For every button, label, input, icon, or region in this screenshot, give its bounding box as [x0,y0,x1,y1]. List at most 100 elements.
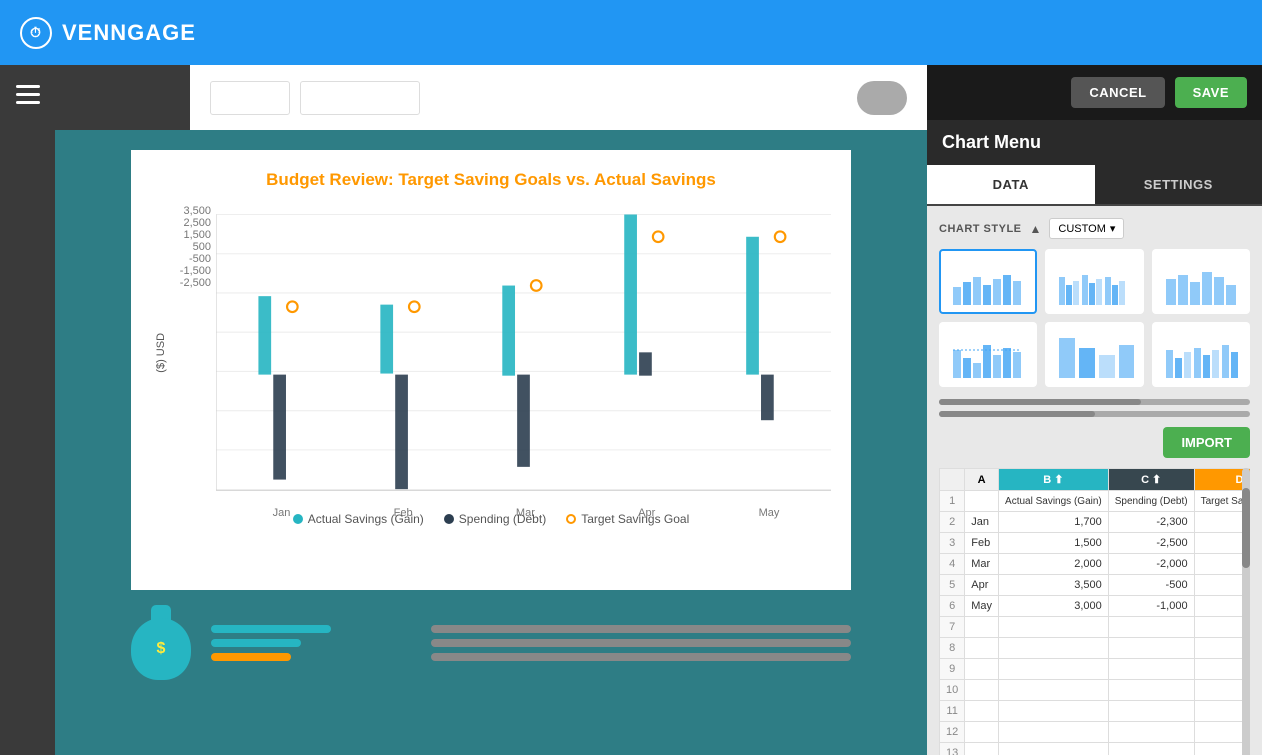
row-num-5: 5 [940,575,965,596]
chart-svg [216,205,831,500]
spreadsheet-row-12: 12 [940,722,1251,743]
slider-fill-2 [939,411,1095,417]
cell-11-b[interactable] [999,701,1109,722]
progress-bar-gray-1 [431,625,851,633]
panel-title: Chart Menu [927,120,1262,165]
cell-4-c[interactable]: -2,000 [1108,554,1194,575]
cell-1-c[interactable]: Spending (Debt) [1108,491,1194,512]
cell-5-a[interactable]: Apr [965,575,999,596]
chart-title: Budget Review: Target Saving Goals vs. A… [151,170,831,190]
row-num-8: 8 [940,638,965,659]
cell-5-c[interactable]: -500 [1108,575,1194,596]
cell-7-c[interactable] [1108,617,1194,638]
scrollbar-thumb[interactable] [1242,488,1250,568]
spreadsheet: A B ⬆ C ⬆ [939,468,1250,755]
y-axis-label: ($) USD [151,205,171,500]
cell-9-c[interactable] [1108,659,1194,680]
cell-2-b[interactable]: 1,700 [999,512,1109,533]
cell-1-a[interactable] [965,491,999,512]
cell-6-a[interactable]: May [965,596,999,617]
hamburger-menu[interactable] [16,85,40,104]
cell-2-c[interactable]: -2,300 [1108,512,1194,533]
cell-8-a[interactable] [965,638,999,659]
row-num-1: 1 [940,491,965,512]
col-header-c[interactable]: C ⬆ [1108,469,1194,491]
chart-style-label: CHART STYLE [939,223,1022,235]
tab-settings[interactable]: SETTINGS [1095,165,1262,204]
tab-data[interactable]: DATA [927,165,1095,204]
cell-11-c[interactable] [1108,701,1194,722]
chart-thumb-1[interactable] [939,249,1037,314]
cell-12-b[interactable] [999,722,1109,743]
row-num-11: 11 [940,701,965,722]
cell-12-c[interactable] [1108,722,1194,743]
spreadsheet-row-5: 5 Apr 3,500 -500 3,000 [940,575,1251,596]
col-header-b[interactable]: B ⬆ [999,469,1109,491]
cell-11-a[interactable] [965,701,999,722]
cell-3-b[interactable]: 1,500 [999,533,1109,554]
cell-1-b[interactable]: Actual Savings (Gain) [999,491,1109,512]
cell-10-b[interactable] [999,680,1109,701]
chart-thumb-4[interactable] [939,322,1037,387]
cell-10-a[interactable] [965,680,999,701]
cell-8-c[interactable] [1108,638,1194,659]
row-num-3: 3 [940,533,965,554]
cell-5-b[interactable]: 3,500 [999,575,1109,596]
cell-6-c[interactable]: -1,000 [1108,596,1194,617]
cell-7-a[interactable] [965,617,999,638]
cell-4-a[interactable]: Mar [965,554,999,575]
cell-7-b[interactable] [999,617,1109,638]
cell-9-b[interactable] [999,659,1109,680]
cell-3-a[interactable]: Feb [965,533,999,554]
chart-style-custom-btn[interactable]: CUSTOM ▾ [1049,218,1124,239]
cell-3-c[interactable]: -2,500 [1108,533,1194,554]
scrollbar-track[interactable] [1242,468,1250,755]
row-num-13: 13 [940,743,965,755]
thumb-svg-3 [1161,257,1241,307]
chart-thumb-2[interactable] [1045,249,1143,314]
chart-thumb-6[interactable] [1152,322,1250,387]
toolbar-toggle[interactable] [857,81,907,115]
toolbar [190,65,927,130]
cell-4-b[interactable]: 2,000 [999,554,1109,575]
chart-thumb-3[interactable] [1152,249,1250,314]
row-num-6: 6 [940,596,965,617]
cell-2-a[interactable]: Jan [965,512,999,533]
spreadsheet-row-9: 9 [940,659,1251,680]
slider-bar-2[interactable] [939,411,1250,417]
canvas-column: Budget Review: Target Saving Goals vs. A… [55,65,927,755]
cancel-button[interactable]: CANCEL [1071,77,1164,108]
toolbar-btn-2[interactable] [300,81,420,115]
thumb-svg-1 [948,257,1028,307]
cell-9-a[interactable] [965,659,999,680]
toolbar-btn-1[interactable] [210,81,290,115]
app-header: ⏱ VENNGAGE [0,0,1262,65]
spreadsheet-row-2: 2 Jan 1,700 -2,300 1,500 [940,512,1251,533]
spreadsheet-row-3: 3 Feb 1,500 -2,500 2,000 [940,533,1251,554]
progress-bars-left [211,625,331,661]
cell-6-b[interactable]: 3,000 [999,596,1109,617]
slider-bar-1[interactable] [939,399,1250,405]
cell-12-a[interactable] [965,722,999,743]
y-labels: 3,500 2,500 1,500 500 -500 -1,500 -2,500 [171,205,216,289]
import-row: IMPORT [939,427,1250,458]
slider-section [939,399,1250,417]
progress-bar-teal-1 [211,625,331,633]
import-button[interactable]: IMPORT [1163,427,1250,458]
cell-8-b[interactable] [999,638,1109,659]
thumb-svg-2 [1054,257,1134,307]
cell-13-c[interactable] [1108,743,1194,755]
row-num-2: 2 [940,512,965,533]
col-header-empty-1 [940,469,965,491]
chart-card[interactable]: Budget Review: Target Saving Goals vs. A… [131,150,851,590]
save-button[interactable]: SAVE [1175,77,1247,108]
right-panel: CANCEL SAVE Chart Menu DATA SETTINGS CHA… [927,65,1262,755]
chart-thumb-5[interactable] [1045,322,1143,387]
cell-13-b[interactable] [999,743,1109,755]
chart-style-arrow: ▲ [1030,222,1042,236]
progress-bar-teal-2 [211,639,301,647]
sidebar [0,65,55,755]
cell-13-a[interactable] [965,743,999,755]
logo-text: VENNGAGE [62,20,196,46]
cell-10-c[interactable] [1108,680,1194,701]
